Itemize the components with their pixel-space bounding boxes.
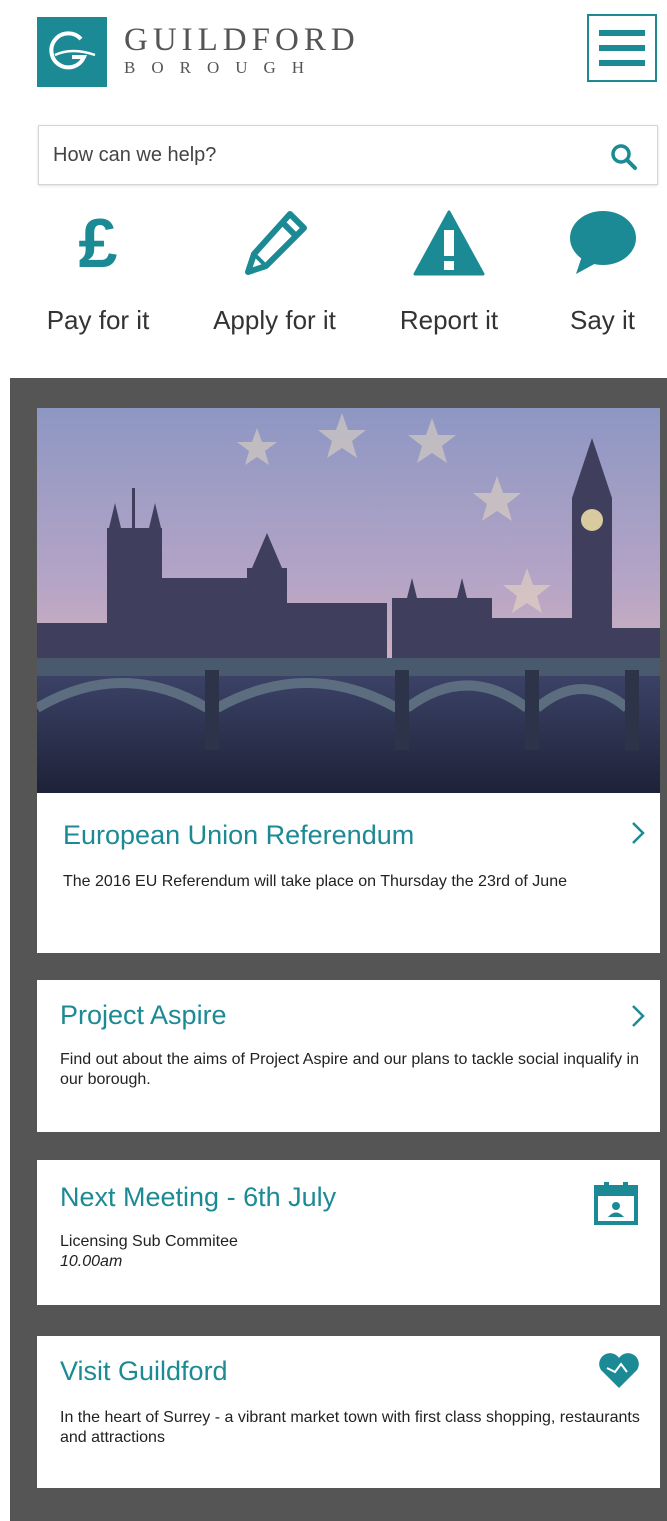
- content-area: European Union Referendum The 2016 EU Re…: [10, 378, 667, 1521]
- quick-actions: £ Pay for it Apply for it Report it Say …: [0, 200, 667, 370]
- site-header: GUILDFORD BOROUGH: [0, 0, 667, 110]
- say-it-button[interactable]: Say it: [560, 200, 645, 336]
- heart-icon[interactable]: [597, 1350, 641, 1390]
- card-description: Find out about the aims of Project Aspir…: [60, 1051, 639, 1088]
- warning-icon: [413, 210, 485, 275]
- logo-wordmark[interactable]: GUILDFORD BOROUGH: [124, 24, 360, 78]
- logo-icon[interactable]: [37, 17, 107, 87]
- logo-title: GUILDFORD: [124, 22, 360, 58]
- search-box: [38, 125, 658, 185]
- card-title: Project Aspire: [60, 1000, 227, 1030]
- logo-subtitle: BOROUGH: [124, 58, 321, 77]
- apply-for-it-label: Apply for it: [213, 305, 336, 335]
- eu-referendum-card[interactable]: European Union Referendum The 2016 EU Re…: [37, 408, 660, 953]
- menu-bar: [599, 30, 645, 36]
- chevron-right-icon[interactable]: [630, 821, 646, 845]
- pound-icon: £: [78, 203, 118, 282]
- say-it-label: Say it: [569, 305, 636, 335]
- card-title: Next Meeting - 6th July: [60, 1182, 337, 1212]
- card-title: Visit Guildford: [60, 1356, 228, 1386]
- menu-bar: [599, 45, 645, 51]
- visit-guildford-card[interactable]: Visit Guildford In the heart of Surrey -…: [37, 1336, 660, 1488]
- menu-bar: [599, 60, 645, 66]
- project-aspire-card[interactable]: Project Aspire Find out about the aims o…: [37, 980, 660, 1132]
- meeting-time: 10.00am: [60, 1253, 123, 1270]
- speech-bubble-icon: [569, 210, 636, 274]
- pencil-icon: [244, 210, 307, 275]
- card-description: The 2016 EU Referendum will take place o…: [63, 873, 567, 890]
- hamburger-menu-icon[interactable]: [587, 14, 657, 82]
- pay-for-it-button[interactable]: £ Pay for it: [38, 200, 158, 336]
- meeting-name: Licensing Sub Commitee: [60, 1233, 238, 1250]
- card-description: In the heart of Surrey - a vibrant marke…: [60, 1409, 640, 1446]
- report-it-label: Report it: [399, 305, 499, 335]
- search-icon[interactable]: [609, 142, 639, 172]
- westminster-eu-flag-image: [37, 408, 660, 793]
- card-title: European Union Referendum: [63, 820, 415, 850]
- chevron-right-icon[interactable]: [630, 1004, 646, 1028]
- search-input[interactable]: [53, 126, 593, 184]
- apply-for-it-button[interactable]: Apply for it: [202, 200, 347, 336]
- report-it-button[interactable]: Report it: [390, 200, 508, 336]
- calendar-icon[interactable]: [593, 1180, 639, 1226]
- next-meeting-card[interactable]: Next Meeting - 6th July Licensing Sub Co…: [37, 1160, 660, 1305]
- pay-for-it-label: Pay for it: [46, 305, 150, 335]
